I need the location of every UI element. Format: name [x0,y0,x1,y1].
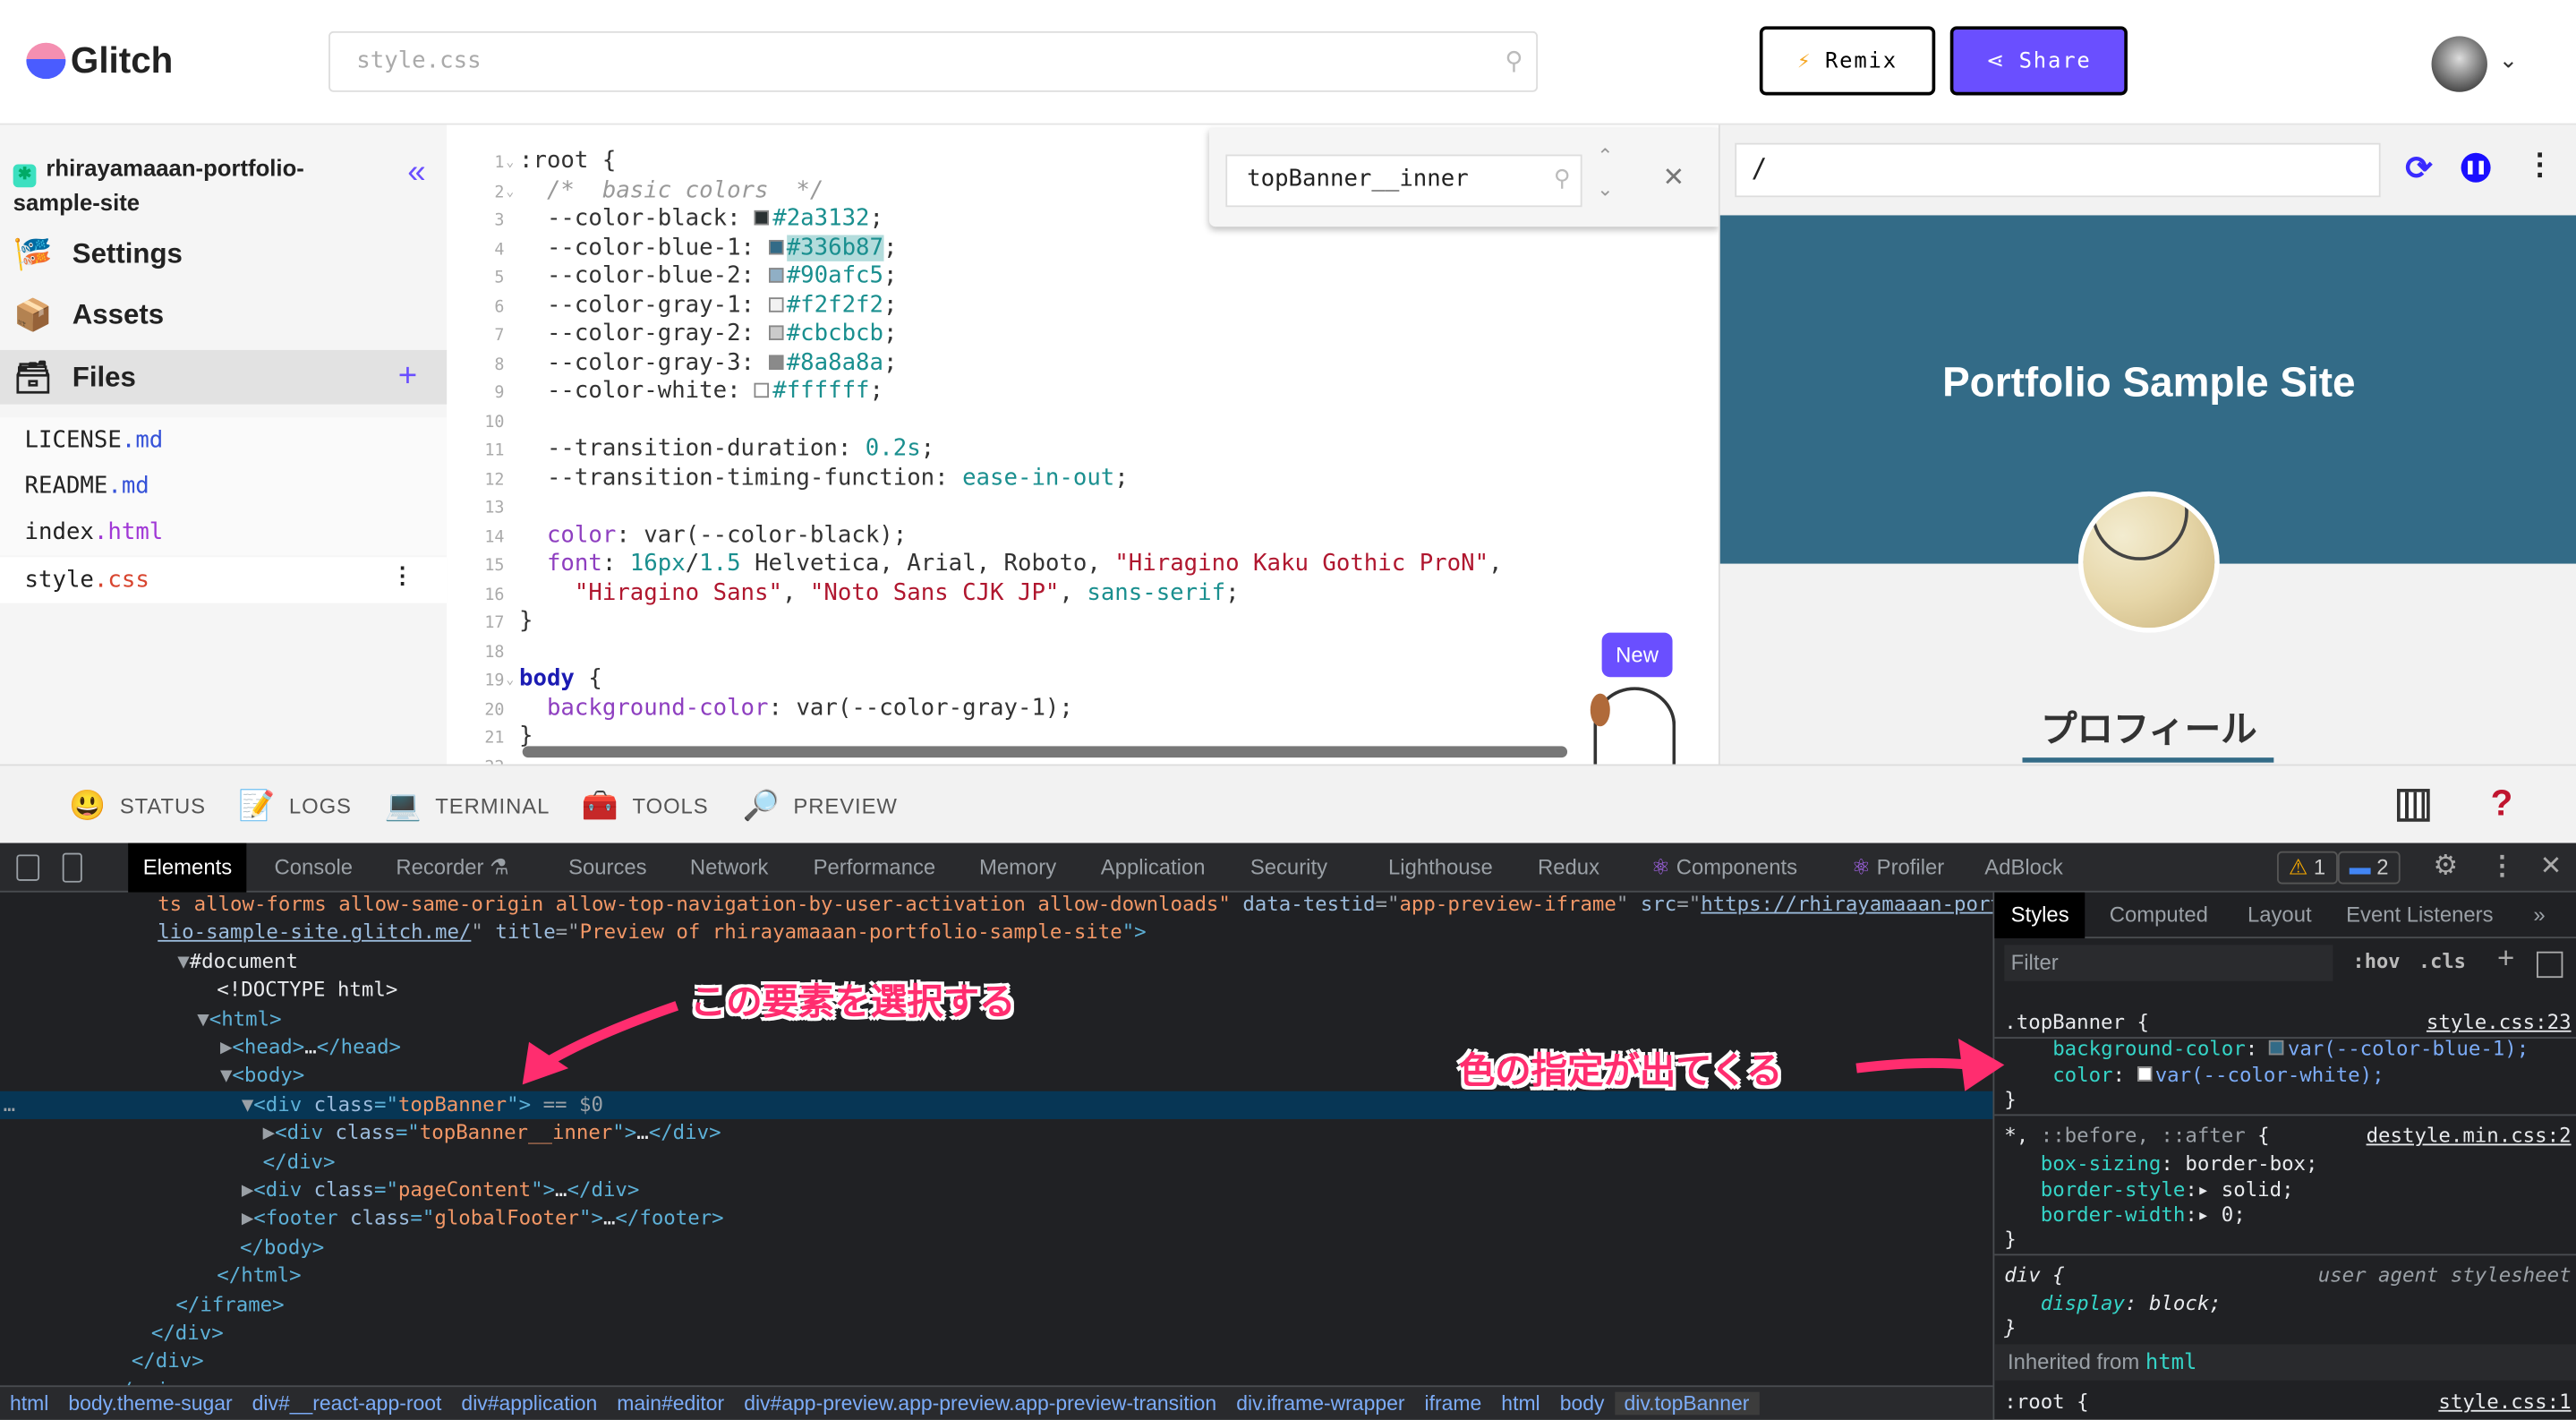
arrow-head-styles [1958,1039,2005,1091]
arrow-to-styles [1855,1057,1973,1074]
arrow-to-element [539,1001,679,1070]
glitch-editor-window: Glitch style.css ⚲ ⚡ Remix ⋖ Share ⌄ ✱ rhira… [0,0,2576,1420]
annotation-arrows [522,1001,2005,1091]
arrow-head-element [522,1041,569,1085]
